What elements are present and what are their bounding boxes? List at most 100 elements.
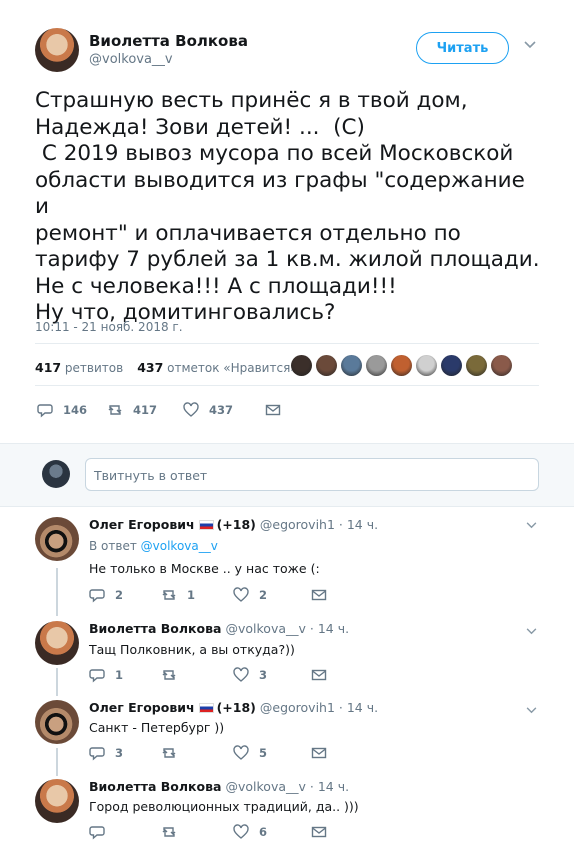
chevron-down-icon[interactable] [526, 703, 537, 718]
reply-icon [89, 589, 105, 603]
like-button[interactable]: 3 [233, 667, 311, 683]
author-name[interactable]: Виолетта Волкова [89, 32, 248, 50]
chevron-down-icon[interactable] [526, 624, 537, 639]
chevron-down-icon[interactable] [524, 38, 536, 53]
reply-button[interactable]: 1 [89, 667, 161, 683]
like-button[interactable]: 5 [233, 745, 311, 761]
heart-icon [183, 402, 199, 417]
reply-icon [89, 669, 105, 683]
chevron-down-icon[interactable] [526, 518, 537, 533]
liker-avatar[interactable] [441, 355, 462, 376]
reply-input[interactable]: Твитнуть в ответ [85, 458, 539, 491]
tweet-text: Страшную весть принёс я в твой дом, Наде… [35, 88, 540, 325]
reply-time[interactable]: · 14 ч. [339, 700, 378, 715]
retweets-stat[interactable]: 417 ретвитов [35, 360, 123, 375]
reply-avatar[interactable] [35, 621, 79, 665]
reply-author-handle[interactable]: @volkova__v [225, 779, 305, 794]
reply-author-handle[interactable]: @volkova__v [225, 621, 305, 636]
reply-avatar[interactable] [35, 779, 79, 823]
reply-text: Город революционных традиций, да.. ))) [89, 799, 359, 814]
divider [35, 385, 539, 386]
reply-author-name[interactable]: Олег Егорович [89, 700, 195, 715]
reply-text: Не только в Москве .. у нас тоже (: [89, 561, 320, 576]
reply-actions: 3 5 [89, 745, 327, 761]
current-user-avatar [42, 460, 70, 488]
direct-message-button[interactable] [311, 824, 327, 840]
reply-header: Олег Егорович (+18) @egorovih1 · 14 ч. [89, 517, 379, 532]
reply-author-handle[interactable]: @egorovih1 [260, 700, 335, 715]
reply-author-name[interactable]: Виолетта Волкова [89, 621, 221, 636]
follow-button[interactable]: Читать [416, 32, 509, 64]
like-button[interactable]: 437 [183, 402, 265, 418]
direct-message-button[interactable] [265, 402, 281, 418]
reply-time[interactable]: · 14 ч. [310, 621, 349, 636]
reply-text: Санкт - Петербург )) [89, 720, 225, 735]
reply-author-name[interactable]: Олег Егорович [89, 517, 195, 532]
heart-icon [233, 824, 249, 839]
direct-message-button[interactable] [311, 667, 327, 683]
reply-time[interactable]: · 14 ч. [339, 517, 378, 532]
direct-message-button[interactable] [311, 587, 327, 603]
retweet-icon [162, 827, 176, 837]
like-button[interactable]: 2 [233, 587, 311, 603]
retweet-button[interactable]: 1 [161, 587, 233, 603]
author-avatar[interactable] [35, 28, 79, 72]
likes-stat[interactable]: 437 отметок «Нравится» [137, 360, 297, 375]
like-button[interactable]: 6 [233, 824, 311, 840]
direct-message-button[interactable] [311, 745, 327, 761]
divider [35, 343, 539, 344]
reply-icon [89, 826, 105, 840]
mail-icon [311, 747, 327, 759]
reply-header: Олег Егорович (+18) @egorovih1 · 14 ч. [89, 700, 379, 715]
reply-avatar[interactable] [35, 700, 79, 744]
liker-avatar[interactable] [366, 355, 387, 376]
retweet-button[interactable] [161, 667, 233, 683]
reply-actions: 2 1 2 [89, 587, 327, 603]
mail-icon [311, 589, 327, 601]
thread-line [56, 568, 58, 616]
likers-avatars[interactable] [291, 355, 512, 376]
retweet-icon [162, 670, 176, 680]
retweet-button[interactable] [161, 824, 233, 840]
reply-header: Виолетта Волкова @volkova__v · 14 ч. [89, 779, 349, 794]
liker-avatar[interactable] [316, 355, 337, 376]
reply-time[interactable]: · 14 ч. [310, 779, 349, 794]
liker-avatar[interactable] [391, 355, 412, 376]
heart-icon [233, 745, 249, 760]
reply-avatar[interactable] [35, 517, 79, 561]
heart-icon [233, 587, 249, 602]
reply-to-handle-link[interactable]: @volkova__v [141, 539, 218, 553]
retweet-button[interactable]: 417 [107, 402, 183, 418]
reply-button[interactable]: 146 [37, 402, 107, 418]
tweet-timestamp[interactable]: 10:11 - 21 нояб. 2018 г. [35, 320, 183, 334]
reply-header: Виолетта Волкова @volkova__v · 14 ч. [89, 621, 349, 636]
heart-icon [233, 667, 249, 682]
mail-icon [311, 669, 327, 681]
reply-text: Тащ Полковник, а вы откуда?)) [89, 642, 295, 657]
retweet-icon [162, 590, 176, 600]
reply-author-name[interactable]: Виолетта Волкова [89, 779, 221, 794]
reply-button[interactable]: 2 [89, 587, 161, 603]
liker-avatar[interactable] [491, 355, 512, 376]
reply-actions: 6 [89, 824, 327, 840]
tweet-actions: 146 417 437 [37, 402, 281, 418]
liker-avatar[interactable] [341, 355, 362, 376]
mail-icon [265, 404, 281, 416]
thread-line [56, 748, 58, 776]
retweet-icon [162, 748, 176, 758]
liker-avatar[interactable] [291, 355, 312, 376]
liker-avatar[interactable] [466, 355, 487, 376]
reply-icon [37, 404, 53, 418]
tweet-stats: 417 ретвитов 437 отметок «Нравится» [35, 360, 298, 375]
reply-button[interactable]: 3 [89, 745, 161, 761]
liker-avatar[interactable] [416, 355, 437, 376]
reply-button[interactable] [89, 824, 161, 840]
mail-icon [311, 826, 327, 838]
russia-flag-icon [198, 703, 214, 713]
retweet-button[interactable] [161, 745, 233, 761]
author-handle[interactable]: @volkova__v [89, 52, 173, 67]
thread-line [56, 668, 58, 696]
reply-to-line: В ответ @volkova__v [89, 539, 218, 553]
russia-flag-icon [198, 520, 214, 530]
reply-author-handle[interactable]: @egorovih1 [260, 517, 335, 532]
